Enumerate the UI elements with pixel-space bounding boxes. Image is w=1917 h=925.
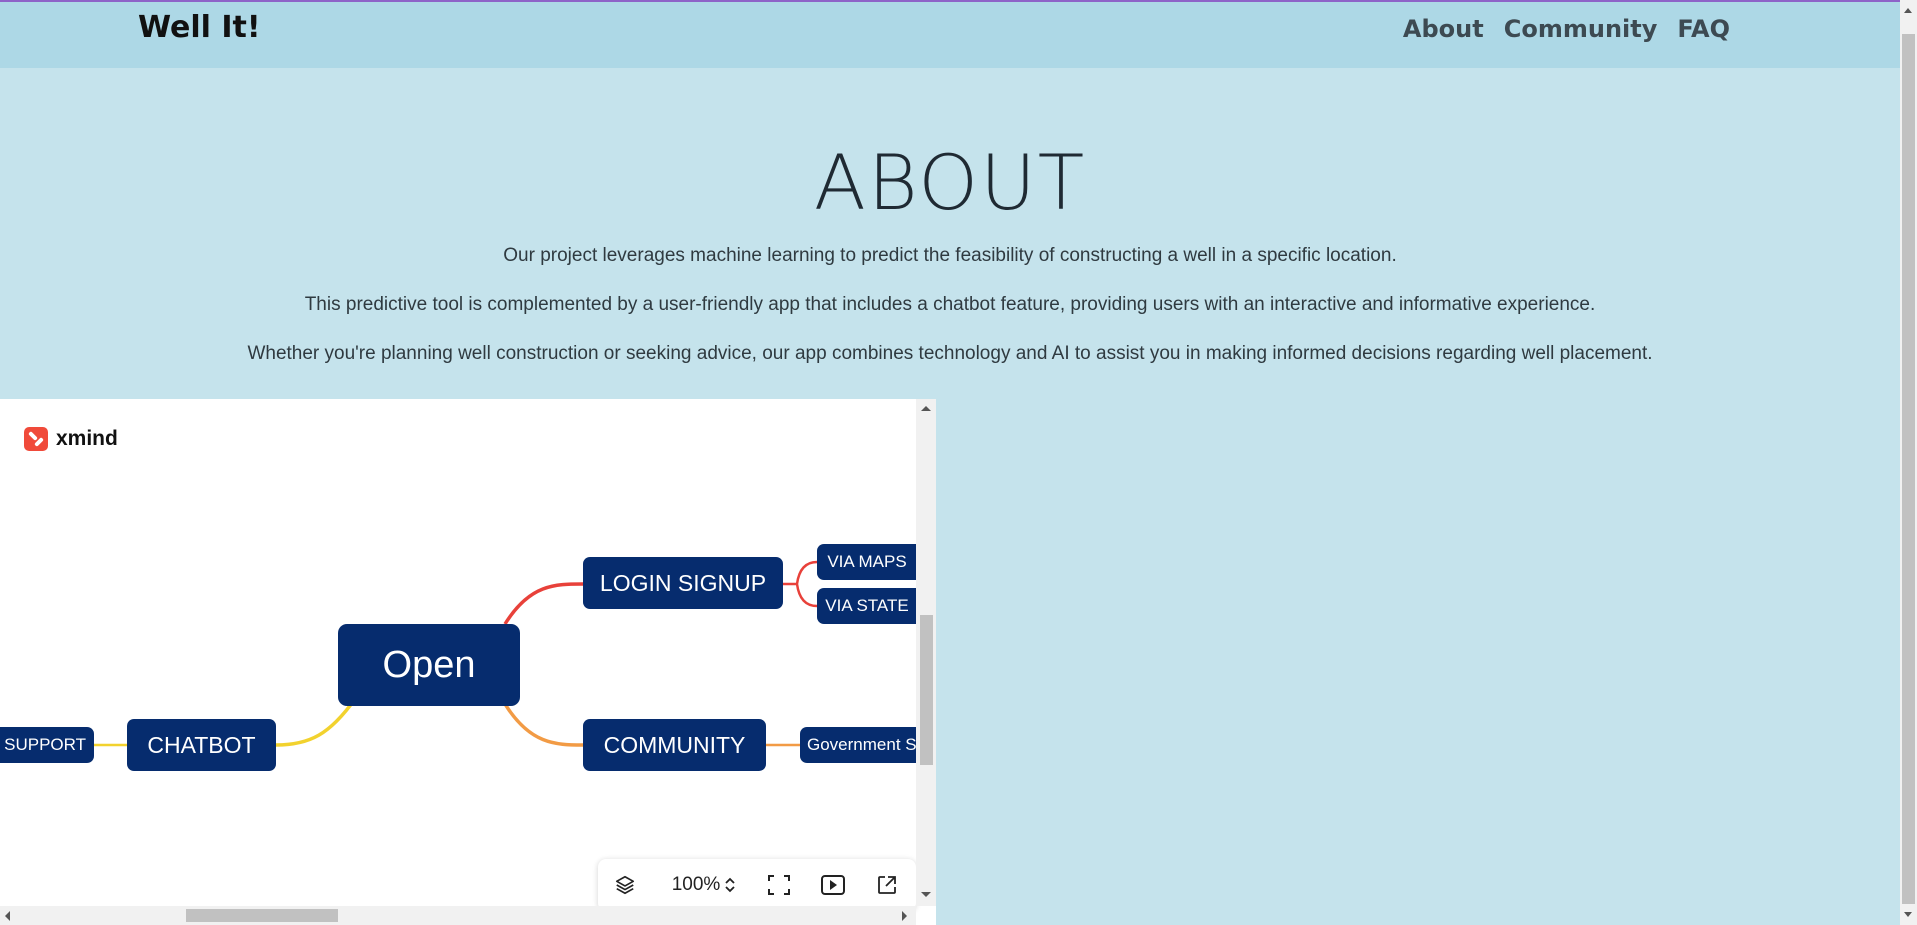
node-via-maps[interactable]: VIA MAPS [817, 544, 917, 580]
node-chatbot[interactable]: CHATBOT [127, 719, 276, 771]
chevron-updown-icon [725, 877, 735, 893]
node-root[interactable]: Open [338, 624, 520, 706]
page-scroll-down-icon[interactable] [1904, 912, 1912, 917]
scroll-down-icon[interactable] [921, 892, 931, 897]
about-paragraph: This predictive tool is complemented by … [304, 294, 1596, 315]
vertical-scrollbar[interactable] [916, 399, 936, 906]
about-paragraph: Whether you're planning well constructio… [247, 343, 1653, 364]
brand-logo[interactable]: Well It! [138, 10, 261, 45]
play-icon[interactable] [818, 871, 848, 899]
about-title: ABOUT [813, 138, 1087, 227]
vertical-scroll-thumb[interactable] [920, 615, 933, 765]
fullscreen-icon[interactable] [764, 871, 794, 899]
layers-icon[interactable] [610, 871, 640, 899]
external-link-icon[interactable] [872, 871, 902, 899]
about-paragraph: Our project leverages machine learning t… [503, 245, 1397, 266]
zoom-level: 100% [671, 874, 721, 895]
nav-link-faq[interactable]: FAQ [1677, 15, 1730, 43]
scroll-up-icon[interactable] [921, 406, 931, 411]
node-support[interactable]: T SUPPORT [0, 727, 94, 763]
node-government[interactable]: Government S [800, 727, 916, 763]
xmind-embed[interactable]: xmind Open LOGIN SIGNUP VIA MAPS VIA STA… [0, 399, 936, 925]
nav-link-community[interactable]: Community [1504, 15, 1658, 43]
site-header: Well It! About Community FAQ [0, 2, 1900, 68]
scroll-right-icon[interactable] [902, 911, 907, 921]
link-login-maps [783, 560, 818, 608]
zoom-select[interactable]: 100% [664, 871, 744, 899]
page-scrollbar[interactable] [1900, 0, 1917, 925]
link-community [503, 703, 584, 747]
horizontal-scroll-thumb[interactable] [186, 909, 338, 922]
node-community[interactable]: COMMUNITY [583, 719, 766, 771]
about-section: ABOUT Our project leverages machine lear… [0, 68, 1900, 392]
horizontal-scrollbar[interactable] [0, 906, 916, 925]
page-scroll-thumb[interactable] [1902, 34, 1915, 904]
link-login [503, 582, 584, 625]
scroll-left-icon[interactable] [5, 911, 10, 921]
nav-link-about[interactable]: About [1403, 15, 1484, 43]
main-nav: About Community FAQ [1403, 15, 1730, 43]
page-scroll-up-icon[interactable] [1904, 8, 1912, 13]
link-chatbot [275, 697, 357, 747]
node-via-state[interactable]: VIA STATE [817, 588, 917, 624]
mindmap-toolbar: 100% [598, 859, 916, 911]
node-login-signup[interactable]: LOGIN SIGNUP [583, 557, 783, 609]
